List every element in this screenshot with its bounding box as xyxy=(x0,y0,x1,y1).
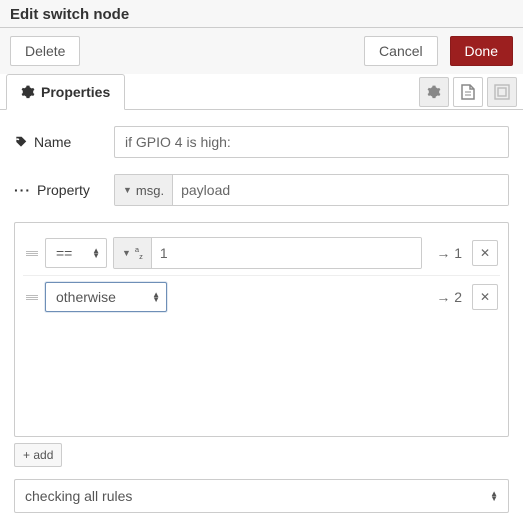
docs-icon-button[interactable] xyxy=(453,77,483,107)
updown-icon: ▲▼ xyxy=(92,248,100,258)
operator-label: == xyxy=(56,245,72,261)
output-route: → 1 xyxy=(436,245,462,261)
gear-icon xyxy=(21,85,35,99)
cancel-button[interactable]: Cancel xyxy=(364,36,438,66)
box-icon xyxy=(494,84,510,100)
dialog-title: Edit switch node xyxy=(10,6,513,23)
operator-select[interactable]: otherwise ▲▼ xyxy=(45,282,167,312)
property-type-label: msg. xyxy=(136,183,164,198)
ellipsis-icon: ··· xyxy=(14,182,31,198)
property-type-selector[interactable]: ▼ msg. xyxy=(115,175,173,205)
appearance-icon-button[interactable] xyxy=(487,77,517,107)
mode-selected-label: checking all rules xyxy=(25,488,132,504)
caret-down-icon: ▼ xyxy=(122,248,131,258)
name-label: Name xyxy=(34,134,71,150)
value-typed-input[interactable]: ▼ az xyxy=(113,237,422,269)
rule-row: otherwise ▲▼ → 2 ✕ xyxy=(23,276,500,318)
mode-select[interactable]: checking all rules ▲▼ xyxy=(14,479,509,513)
property-value-input[interactable] xyxy=(173,175,508,205)
value-input[interactable] xyxy=(152,238,421,268)
rules-container: == ▲▼ ▼ az → 1 ✕ xyxy=(14,222,509,437)
tab-properties-label: Properties xyxy=(41,84,110,100)
close-icon: ✕ xyxy=(480,246,490,260)
drag-handle[interactable] xyxy=(25,251,39,256)
drag-handle[interactable] xyxy=(25,295,39,300)
property-label: Property xyxy=(37,182,90,198)
delete-rule-button[interactable]: ✕ xyxy=(472,240,498,266)
close-icon: ✕ xyxy=(480,290,490,304)
done-button[interactable]: Done xyxy=(450,36,513,66)
property-typed-input[interactable]: ▼ msg. xyxy=(114,174,509,206)
file-icon xyxy=(461,84,475,100)
tab-properties[interactable]: Properties xyxy=(6,74,125,110)
gear-icon xyxy=(427,85,441,99)
operator-select[interactable]: == ▲▼ xyxy=(45,238,107,268)
updown-icon: ▲▼ xyxy=(152,292,160,302)
delete-button[interactable]: Delete xyxy=(10,36,80,66)
caret-down-icon: ▼ xyxy=(123,185,132,195)
name-input[interactable] xyxy=(114,126,509,158)
tag-icon xyxy=(14,135,28,149)
delete-rule-button[interactable]: ✕ xyxy=(472,284,498,310)
rule-row: == ▲▼ ▼ az → 1 ✕ xyxy=(23,231,500,276)
output-route: → 2 xyxy=(436,289,462,305)
value-type-selector[interactable]: ▼ az xyxy=(114,238,152,268)
add-rule-button[interactable]: + add xyxy=(14,443,62,467)
updown-icon: ▲▼ xyxy=(490,491,498,501)
operator-label: otherwise xyxy=(56,289,116,305)
az-icon: az xyxy=(135,246,143,261)
settings-icon-button[interactable] xyxy=(419,77,449,107)
